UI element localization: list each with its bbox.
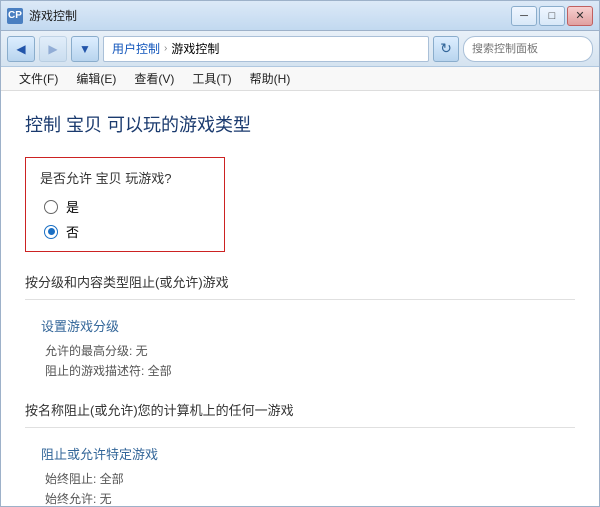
- refresh-button[interactable]: ↻: [433, 36, 459, 62]
- section1-info: 允许的最高分级: 无 阻止的游戏描述符: 全部: [45, 341, 575, 382]
- section1-info-line2: 阻止的游戏描述符: 全部: [45, 361, 575, 381]
- section2-divider: [25, 427, 575, 428]
- minimize-button[interactable]: ─: [511, 6, 537, 26]
- title-bar: CP 游戏控制 ─ □ ✕: [1, 1, 599, 31]
- breadcrumb: 用户控制 › 游戏控制: [103, 36, 429, 62]
- section1-info-line1: 允许的最高分级: 无: [45, 341, 575, 361]
- section2-info: 始终阻止: 全部 始终允许: 无: [45, 469, 575, 506]
- window-icon: CP: [7, 8, 23, 24]
- main-content: 控制 宝贝 可以玩的游戏类型 是否允许 宝贝 玩游戏? 是 否 按分级和内容类型…: [1, 91, 599, 506]
- menu-bar: 文件(F) 编辑(E) 查看(V) 工具(T) 帮助(H): [1, 67, 599, 91]
- title-bar-left: CP 游戏控制: [7, 7, 511, 24]
- address-bar: ◀ ▶ ▼ 用户控制 › 游戏控制 ↻ 🔍: [1, 31, 599, 67]
- question-label: 是否允许 宝贝 玩游戏?: [40, 168, 210, 187]
- menu-file[interactable]: 文件(F): [11, 68, 66, 89]
- menu-edit[interactable]: 编辑(E): [68, 68, 124, 89]
- main-window: CP 游戏控制 ─ □ ✕ ◀ ▶ ▼ 用户控制 › 游戏控制 ↻ 🔍 文件(F…: [0, 0, 600, 507]
- page-title: 控制 宝贝 可以玩的游戏类型: [25, 111, 575, 137]
- radio-yes-item[interactable]: 是: [44, 197, 210, 216]
- section2: 按名称阻止(或允许)您的计算机上的任何一游戏 阻止或允许特定游戏 始终阻止: 全…: [25, 400, 575, 506]
- search-area: 🔍: [463, 36, 593, 62]
- back-button[interactable]: ◀: [7, 36, 35, 62]
- section2-title: 按名称阻止(或允许)您的计算机上的任何一游戏: [25, 400, 575, 419]
- window-controls: ─ □ ✕: [511, 6, 593, 26]
- section1-divider: [25, 299, 575, 300]
- menu-view[interactable]: 查看(V): [126, 68, 182, 89]
- radio-yes-circle[interactable]: [44, 200, 58, 214]
- radio-no-label: 否: [66, 222, 79, 241]
- section2-sub[interactable]: 阻止或允许特定游戏: [41, 444, 575, 463]
- section2-info-line1: 始终阻止: 全部: [45, 469, 575, 489]
- breadcrumb-item-1[interactable]: 用户控制: [112, 40, 160, 57]
- radio-group: 是 否: [44, 197, 210, 241]
- section2-info-line2: 始终允许: 无: [45, 489, 575, 506]
- forward-button[interactable]: ▶: [39, 36, 67, 62]
- section1-sub[interactable]: 设置游戏分级: [41, 316, 575, 335]
- radio-no-circle[interactable]: [44, 225, 58, 239]
- search-input[interactable]: [472, 43, 600, 55]
- section1-title: 按分级和内容类型阻止(或允许)游戏: [25, 272, 575, 291]
- breadcrumb-separator: ›: [164, 43, 167, 54]
- dropdown-button[interactable]: ▼: [71, 36, 99, 62]
- menu-help[interactable]: 帮助(H): [242, 68, 299, 89]
- menu-tools[interactable]: 工具(T): [184, 68, 239, 89]
- question-box: 是否允许 宝贝 玩游戏? 是 否: [25, 157, 225, 252]
- restore-button[interactable]: □: [539, 6, 565, 26]
- breadcrumb-item-2: 游戏控制: [171, 40, 219, 57]
- radio-no-item[interactable]: 否: [44, 222, 210, 241]
- section1: 按分级和内容类型阻止(或允许)游戏 设置游戏分级 允许的最高分级: 无 阻止的游…: [25, 272, 575, 382]
- radio-yes-label: 是: [66, 197, 79, 216]
- close-button[interactable]: ✕: [567, 6, 593, 26]
- window-title: 游戏控制: [29, 7, 77, 24]
